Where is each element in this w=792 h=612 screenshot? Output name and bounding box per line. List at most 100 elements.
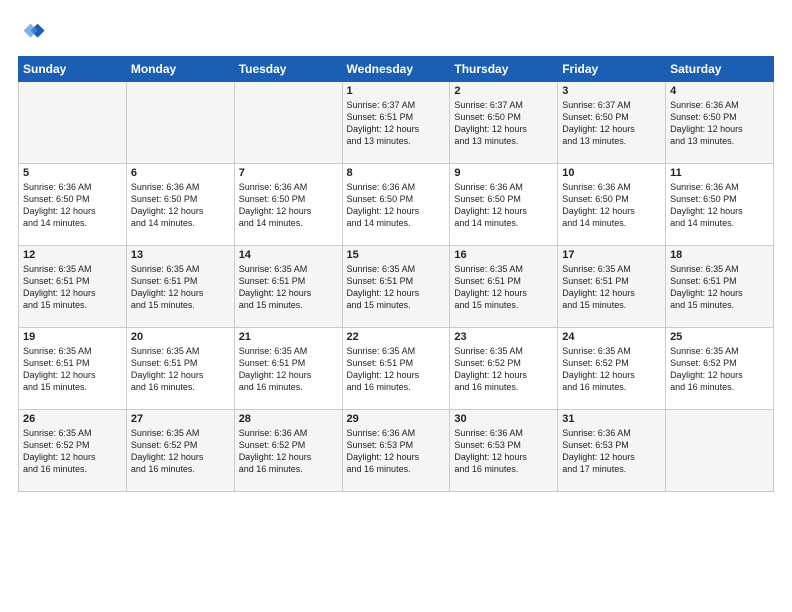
- day-cell: [666, 410, 774, 492]
- day-number: 10: [562, 167, 661, 179]
- day-info: Sunrise: 6:36 AM Sunset: 6:50 PM Dayligh…: [562, 181, 661, 230]
- day-number: 18: [670, 249, 769, 261]
- day-cell: 16Sunrise: 6:35 AM Sunset: 6:51 PM Dayli…: [450, 246, 558, 328]
- day-info: Sunrise: 6:36 AM Sunset: 6:53 PM Dayligh…: [562, 427, 661, 476]
- day-cell: 24 Sunrise: 6:35 AM Sunset: 6:52 PM Dayli…: [558, 328, 666, 410]
- day-number: 29: [347, 413, 446, 425]
- weekday-header-sunday: Sunday: [19, 57, 127, 82]
- day-number: 2: [454, 85, 553, 97]
- day-cell: 11Sunrise: 6:36 AM Sunset: 6:50 PM Dayli…: [666, 164, 774, 246]
- day-cell: 14 Sunrise: 6:35 AM Sunset: 6:51 PM Dayli…: [234, 246, 342, 328]
- day-info: Sunrise: 6:36 AM Sunset: 6:50 PM Dayligh…: [454, 181, 553, 230]
- page: SundayMondayTuesdayWednesdayThursdayFrid…: [0, 0, 792, 612]
- day-cell: 27 Sunrise: 6:35 AM Sunset: 6:52 PM Dayli…: [126, 410, 234, 492]
- day-info: Sunrise: 6:35 AM Sunset: 6:51 PM Dayligh…: [454, 263, 553, 312]
- day-number: 22: [347, 331, 446, 343]
- day-cell: [19, 82, 127, 164]
- day-cell: 18 Sunrise: 6:35 AM Sunset: 6:51 PM Dayli…: [666, 246, 774, 328]
- day-info: Sunrise: 6:35 AM Sunset: 6:51 PM Dayligh…: [23, 263, 122, 312]
- day-number: 24: [562, 331, 661, 343]
- week-row-5: 26 Sunrise: 6:35 AM Sunset: 6:52 PM Dayli…: [19, 410, 774, 492]
- week-row-3: 12Sunrise: 6:35 AM Sunset: 6:51 PM Dayli…: [19, 246, 774, 328]
- weekday-header-monday: Monday: [126, 57, 234, 82]
- day-number: 31: [562, 413, 661, 425]
- day-cell: 15 Sunrise: 6:35 AM Sunset: 6:51 PM Dayli…: [342, 246, 450, 328]
- logo-icon: [18, 18, 46, 46]
- day-number: 23: [454, 331, 553, 343]
- day-cell: 2 Sunrise: 6:37 AM Sunset: 6:50 PM Daylig…: [450, 82, 558, 164]
- day-number: 28: [239, 413, 338, 425]
- day-cell: 23 Sunrise: 6:35 AM Sunset: 6:52 PM Dayli…: [450, 328, 558, 410]
- day-number: 15: [347, 249, 446, 261]
- day-info: Sunrise: 6:35 AM Sunset: 6:52 PM Dayligh…: [562, 345, 661, 394]
- day-info: Sunrise: 6:36 AM Sunset: 6:53 PM Dayligh…: [454, 427, 553, 476]
- day-cell: 22 Sunrise: 6:35 AM Sunset: 6:51 PM Dayli…: [342, 328, 450, 410]
- day-number: 3: [562, 85, 661, 97]
- day-info: Sunrise: 6:35 AM Sunset: 6:52 PM Dayligh…: [23, 427, 122, 476]
- day-number: 19: [23, 331, 122, 343]
- day-number: 9: [454, 167, 553, 179]
- weekday-header-friday: Friday: [558, 57, 666, 82]
- day-number: 5: [23, 167, 122, 179]
- day-info: Sunrise: 6:36 AM Sunset: 6:50 PM Dayligh…: [347, 181, 446, 230]
- day-cell: 4Sunrise: 6:36 AM Sunset: 6:50 PM Daylig…: [666, 82, 774, 164]
- day-number: 13: [131, 249, 230, 261]
- day-info: Sunrise: 6:36 AM Sunset: 6:50 PM Dayligh…: [670, 181, 769, 230]
- day-number: 25: [670, 331, 769, 343]
- week-row-2: 5 Sunrise: 6:36 AM Sunset: 6:50 PM Daylig…: [19, 164, 774, 246]
- day-cell: 20Sunrise: 6:35 AM Sunset: 6:51 PM Dayli…: [126, 328, 234, 410]
- day-info: Sunrise: 6:37 AM Sunset: 6:51 PM Dayligh…: [347, 99, 446, 148]
- day-cell: 3 Sunrise: 6:37 AM Sunset: 6:50 PM Daylig…: [558, 82, 666, 164]
- day-info: Sunrise: 6:35 AM Sunset: 6:51 PM Dayligh…: [131, 263, 230, 312]
- day-info: Sunrise: 6:35 AM Sunset: 6:51 PM Dayligh…: [23, 345, 122, 394]
- day-number: 1: [347, 85, 446, 97]
- day-info: Sunrise: 6:35 AM Sunset: 6:51 PM Dayligh…: [670, 263, 769, 312]
- day-info: Sunrise: 6:35 AM Sunset: 6:52 PM Dayligh…: [131, 427, 230, 476]
- day-number: 4: [670, 85, 769, 97]
- day-number: 6: [131, 167, 230, 179]
- day-info: Sunrise: 6:35 AM Sunset: 6:52 PM Dayligh…: [670, 345, 769, 394]
- weekday-header-wednesday: Wednesday: [342, 57, 450, 82]
- week-row-4: 19 Sunrise: 6:35 AM Sunset: 6:51 PM Dayli…: [19, 328, 774, 410]
- day-cell: 29 Sunrise: 6:36 AM Sunset: 6:53 PM Dayli…: [342, 410, 450, 492]
- day-info: Sunrise: 6:35 AM Sunset: 6:52 PM Dayligh…: [454, 345, 553, 394]
- day-cell: 8Sunrise: 6:36 AM Sunset: 6:50 PM Daylig…: [342, 164, 450, 246]
- weekday-header-thursday: Thursday: [450, 57, 558, 82]
- day-number: 17: [562, 249, 661, 261]
- day-cell: 31 Sunrise: 6:36 AM Sunset: 6:53 PM Dayli…: [558, 410, 666, 492]
- day-cell: 13 Sunrise: 6:35 AM Sunset: 6:51 PM Dayli…: [126, 246, 234, 328]
- day-info: Sunrise: 6:36 AM Sunset: 6:50 PM Dayligh…: [131, 181, 230, 230]
- day-number: 21: [239, 331, 338, 343]
- day-info: Sunrise: 6:35 AM Sunset: 6:51 PM Dayligh…: [239, 345, 338, 394]
- day-info: Sunrise: 6:35 AM Sunset: 6:51 PM Dayligh…: [347, 263, 446, 312]
- weekday-header-row: SundayMondayTuesdayWednesdayThursdayFrid…: [19, 57, 774, 82]
- day-cell: 1 Sunrise: 6:37 AM Sunset: 6:51 PM Daylig…: [342, 82, 450, 164]
- logo: [18, 18, 50, 46]
- day-info: Sunrise: 6:36 AM Sunset: 6:53 PM Dayligh…: [347, 427, 446, 476]
- day-cell: 19 Sunrise: 6:35 AM Sunset: 6:51 PM Dayli…: [19, 328, 127, 410]
- day-cell: 9 Sunrise: 6:36 AM Sunset: 6:50 PM Daylig…: [450, 164, 558, 246]
- day-number: 14: [239, 249, 338, 261]
- day-info: Sunrise: 6:35 AM Sunset: 6:51 PM Dayligh…: [347, 345, 446, 394]
- day-info: Sunrise: 6:35 AM Sunset: 6:51 PM Dayligh…: [562, 263, 661, 312]
- day-info: Sunrise: 6:36 AM Sunset: 6:50 PM Dayligh…: [23, 181, 122, 230]
- day-number: 26: [23, 413, 122, 425]
- day-cell: 10 Sunrise: 6:36 AM Sunset: 6:50 PM Dayli…: [558, 164, 666, 246]
- day-cell: 6 Sunrise: 6:36 AM Sunset: 6:50 PM Daylig…: [126, 164, 234, 246]
- day-number: 30: [454, 413, 553, 425]
- day-info: Sunrise: 6:37 AM Sunset: 6:50 PM Dayligh…: [454, 99, 553, 148]
- day-info: Sunrise: 6:35 AM Sunset: 6:51 PM Dayligh…: [131, 345, 230, 394]
- day-info: Sunrise: 6:36 AM Sunset: 6:50 PM Dayligh…: [239, 181, 338, 230]
- day-cell: 26 Sunrise: 6:35 AM Sunset: 6:52 PM Dayli…: [19, 410, 127, 492]
- day-cell: 17 Sunrise: 6:35 AM Sunset: 6:51 PM Dayli…: [558, 246, 666, 328]
- day-cell: 25 Sunrise: 6:35 AM Sunset: 6:52 PM Dayli…: [666, 328, 774, 410]
- day-number: 27: [131, 413, 230, 425]
- day-info: Sunrise: 6:35 AM Sunset: 6:51 PM Dayligh…: [239, 263, 338, 312]
- week-row-1: 1 Sunrise: 6:37 AM Sunset: 6:51 PM Daylig…: [19, 82, 774, 164]
- day-cell: 21 Sunrise: 6:35 AM Sunset: 6:51 PM Dayli…: [234, 328, 342, 410]
- weekday-header-saturday: Saturday: [666, 57, 774, 82]
- day-info: Sunrise: 6:36 AM Sunset: 6:52 PM Dayligh…: [239, 427, 338, 476]
- day-cell: 7Sunrise: 6:36 AM Sunset: 6:50 PM Daylig…: [234, 164, 342, 246]
- day-cell: 12Sunrise: 6:35 AM Sunset: 6:51 PM Dayli…: [19, 246, 127, 328]
- day-info: Sunrise: 6:37 AM Sunset: 6:50 PM Dayligh…: [562, 99, 661, 148]
